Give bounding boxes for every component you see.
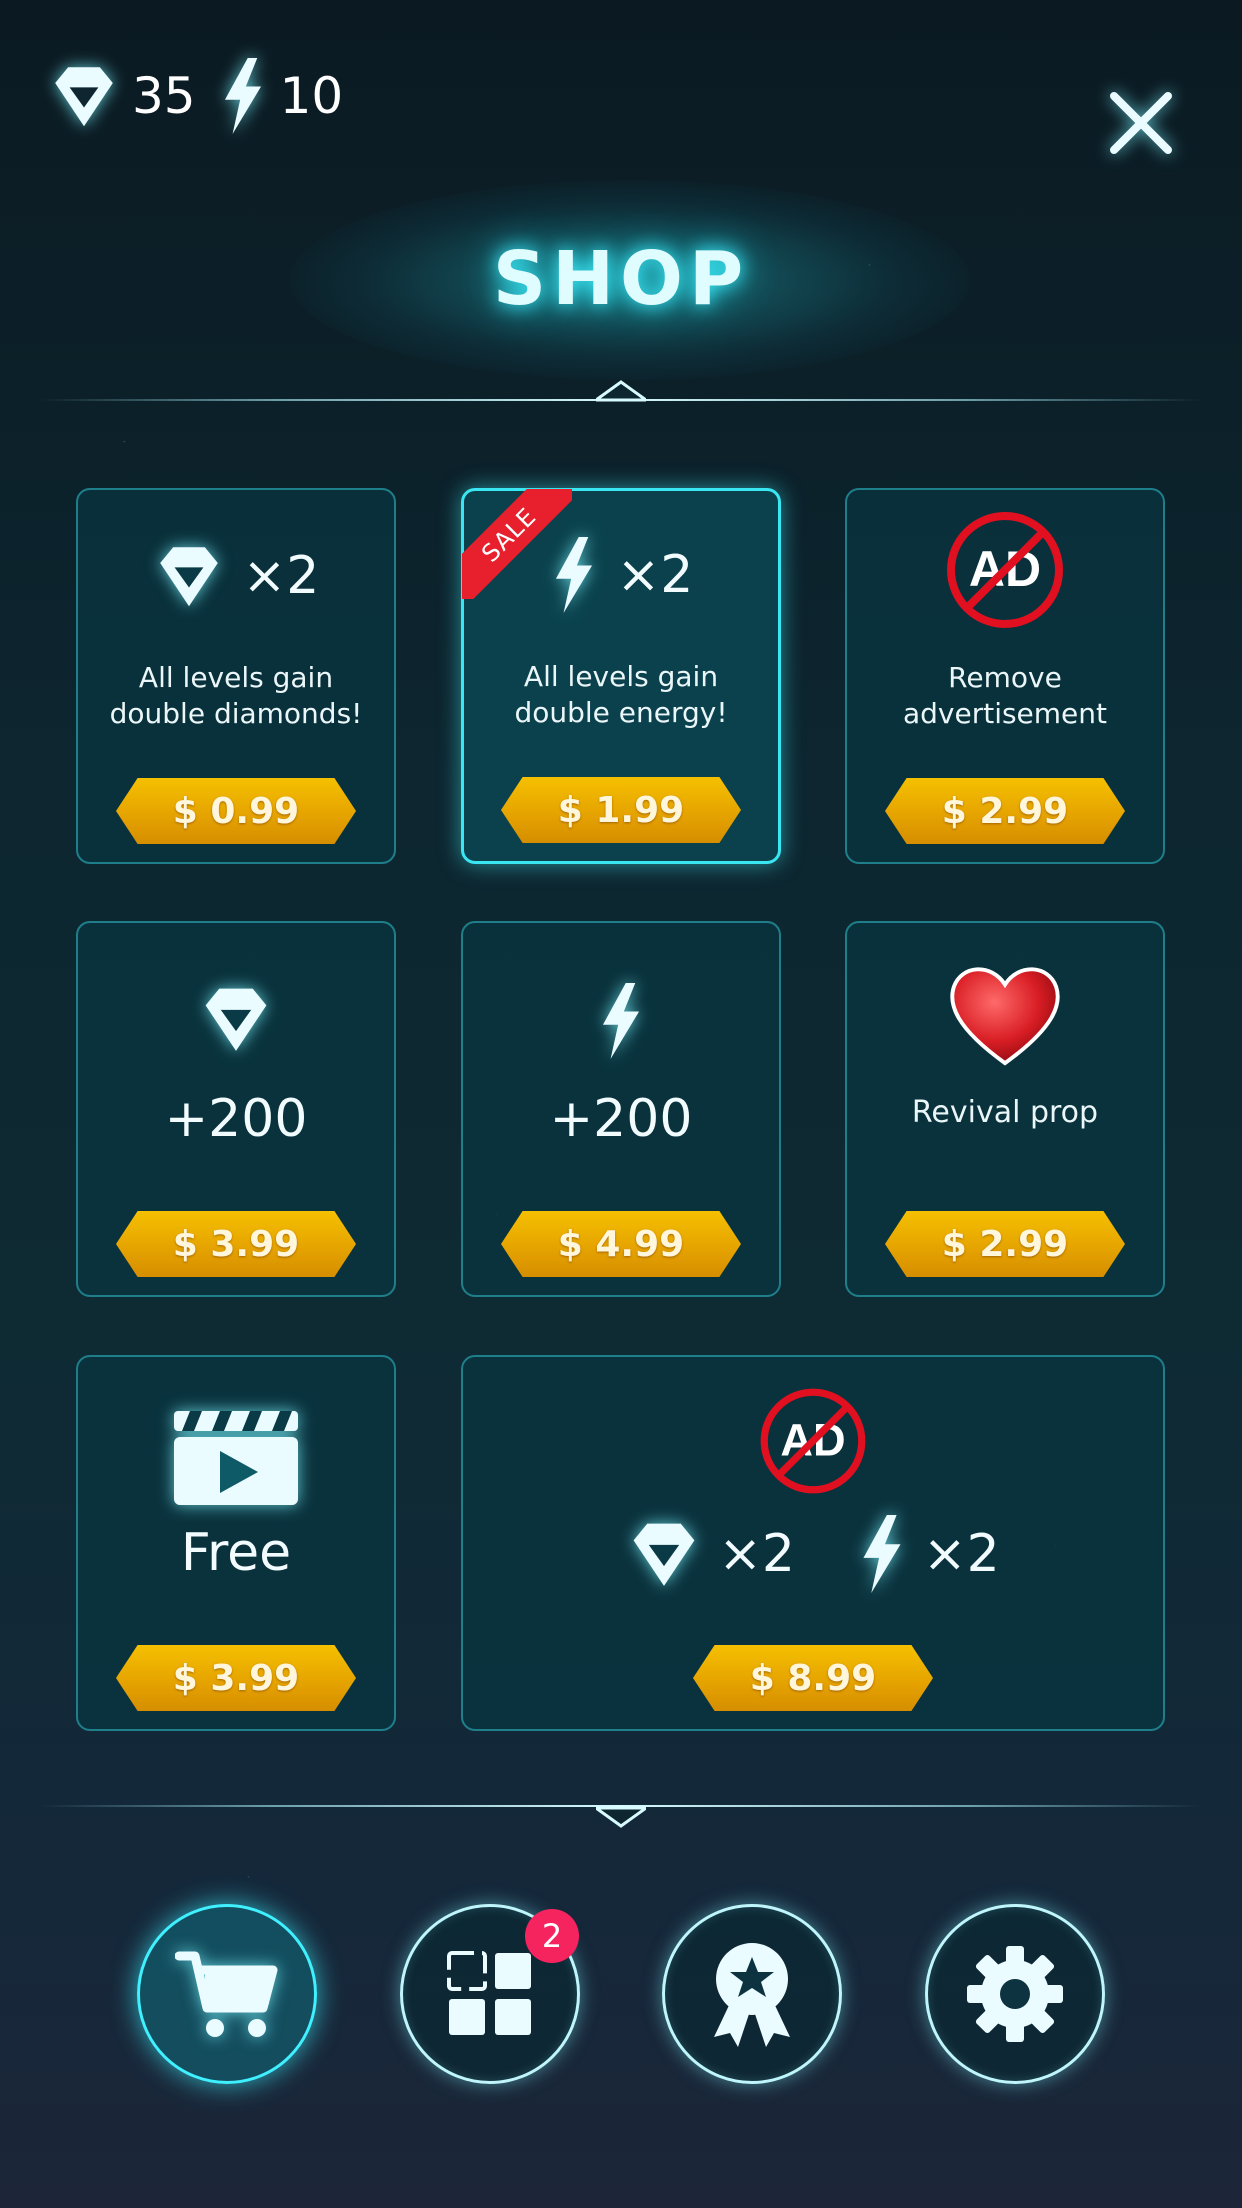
nav-shop-button[interactable] bbox=[137, 1904, 317, 2084]
price-button[interactable]: $ 0.99 bbox=[116, 778, 356, 844]
desc-line-1: All levels gain bbox=[138, 661, 334, 694]
price-button[interactable]: $ 2.99 bbox=[885, 1211, 1125, 1277]
card-revival[interactable]: Revival prop $ 2.99 bbox=[845, 921, 1165, 1297]
lightning-icon bbox=[863, 1515, 901, 1593]
grid-icon bbox=[447, 1951, 531, 2035]
cart-icon bbox=[175, 1951, 278, 2037]
nav-settings-button[interactable] bbox=[925, 1904, 1105, 2084]
free-label: Free bbox=[180, 1523, 292, 1583]
card-double-energy[interactable]: SALE ×2 All levels gain double energy! $… bbox=[461, 488, 781, 864]
amount-label: +200 bbox=[549, 1089, 693, 1149]
revival-label: Revival prop bbox=[911, 1095, 1099, 1130]
price-button[interactable]: $ 3.99 bbox=[116, 1211, 356, 1277]
diamond-icon bbox=[633, 1523, 695, 1586]
diamond-icon bbox=[205, 988, 267, 1051]
desc-line-2: double energy! bbox=[514, 696, 728, 729]
nav-items-button[interactable]: 2 bbox=[400, 1904, 580, 2084]
close-icon[interactable] bbox=[1106, 88, 1176, 158]
desc-line-1: All levels gain bbox=[523, 660, 719, 693]
card-bundle[interactable]: AD ×2 ×2 $ 8.99 bbox=[461, 1355, 1165, 1731]
heart-icon bbox=[950, 967, 1060, 1066]
price-button[interactable]: $ 3.99 bbox=[116, 1645, 356, 1711]
card-description: All levels gain double energy! bbox=[464, 659, 778, 731]
video-icon bbox=[174, 1411, 298, 1505]
card-energy-200[interactable]: +200 $ 4.99 bbox=[461, 921, 781, 1297]
diamond-count: 35 bbox=[132, 67, 196, 125]
gear-icon bbox=[967, 1946, 1063, 2042]
divider-arrow-up-icon bbox=[596, 380, 646, 402]
price-button[interactable]: $ 1.99 bbox=[501, 777, 741, 843]
no-ad-icon: AD bbox=[760, 1388, 866, 1494]
diamond-counter: 35 bbox=[48, 60, 196, 132]
energy-count: 10 bbox=[279, 67, 344, 125]
price-button[interactable]: $ 2.99 bbox=[885, 778, 1125, 844]
desc-line-2: double diamonds! bbox=[109, 697, 363, 730]
card-remove-ads[interactable]: AD Remove advertisement $ 2.99 bbox=[845, 488, 1165, 864]
nav-achievements-button[interactable] bbox=[662, 1904, 842, 2084]
card-description: All levels gain double diamonds! bbox=[78, 660, 394, 732]
energy-counter: 10 bbox=[218, 58, 344, 134]
desc-line-2: advertisement bbox=[902, 697, 1108, 730]
multiplier-label: ×2 bbox=[242, 546, 320, 606]
lightning-icon bbox=[602, 983, 640, 1059]
card-description: Remove advertisement bbox=[847, 660, 1163, 732]
diamond-multiplier: ×2 bbox=[718, 1524, 795, 1584]
award-icon bbox=[714, 1943, 790, 2047]
price-button[interactable]: $ 8.99 bbox=[693, 1645, 933, 1711]
desc-line-1: Remove bbox=[948, 661, 1062, 694]
diamond-icon bbox=[55, 67, 113, 127]
lightning-icon bbox=[555, 537, 592, 613]
card-diamonds-200[interactable]: +200 $ 3.99 bbox=[76, 921, 396, 1297]
notification-badge: 2 bbox=[525, 1909, 579, 1963]
energy-multiplier: ×2 bbox=[923, 1524, 1000, 1584]
card-free-video[interactable]: Free $ 3.99 bbox=[76, 1355, 396, 1731]
diamond-icon bbox=[159, 547, 218, 607]
amount-label: +200 bbox=[164, 1089, 308, 1149]
page-title: SHOP bbox=[492, 236, 750, 322]
card-double-diamonds[interactable]: ×2 All levels gain double diamonds! $ 0.… bbox=[76, 488, 396, 864]
lightning-icon bbox=[224, 58, 261, 134]
currency-hud: 35 10 bbox=[48, 58, 343, 134]
divider-arrow-down-icon bbox=[596, 1806, 646, 1828]
no-ad-icon: AD bbox=[947, 512, 1063, 628]
price-button[interactable]: $ 4.99 bbox=[501, 1211, 741, 1277]
multiplier-label: ×2 bbox=[616, 545, 694, 605]
